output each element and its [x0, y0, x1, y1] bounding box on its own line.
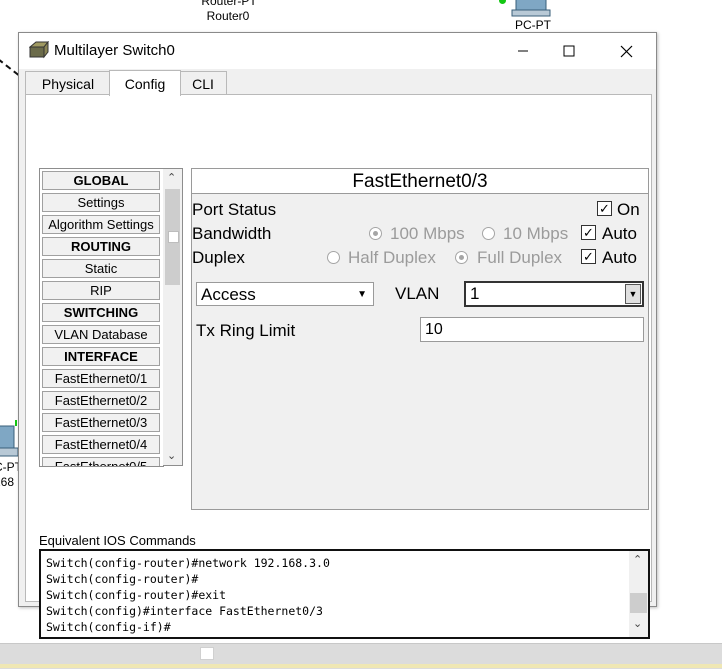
port-mode-value: Access — [201, 285, 256, 304]
multilayer-switch-icon — [29, 41, 49, 59]
ios-commands-label: Equivalent IOS Commands — [39, 533, 196, 548]
bottom-strip — [0, 664, 722, 668]
config-nav-list: GLOBAL Settings Algorithm Settings ROUTING S… — [39, 168, 164, 467]
nav-item[interactable]: Settings — [42, 193, 160, 212]
ios-command-line: Switch(config-router)#exit — [46, 588, 227, 602]
half-duplex-radio[interactable] — [327, 251, 340, 264]
nav-item[interactable]: VLAN Database — [42, 325, 160, 344]
port-status-label: Port Status — [192, 200, 277, 219]
tab-config[interactable]: Config — [109, 70, 181, 96]
minimize-icon — [518, 50, 528, 52]
ios-command-line: Switch(config-router)#network 192.168.3.… — [46, 556, 330, 570]
tab-cli[interactable]: CLI — [179, 71, 227, 95]
maximize-icon — [563, 45, 575, 57]
port-status-on-label: On — [617, 200, 640, 219]
port-title: FastEthernet0/3 — [192, 169, 648, 194]
full-duplex-label: Full Duplex — [477, 248, 563, 267]
vlan-label: VLAN — [395, 284, 440, 303]
pc-device-icon[interactable] — [510, 0, 552, 18]
full-duplex-radio[interactable] — [455, 251, 468, 264]
ios-scroll-thumb[interactable] — [630, 593, 647, 613]
tab-physical[interactable]: Physical — [25, 71, 111, 95]
nav-item[interactable]: FastEthernet0/5 — [42, 457, 160, 466]
ios-scroll-up-icon[interactable]: ⌃ — [633, 555, 642, 566]
nav-scroll-thumb[interactable] — [165, 189, 180, 285]
router-pt-label: Router-PT — [201, 0, 257, 8]
ios-command-line: Switch(config-if)# — [46, 620, 171, 634]
pc-left-device-icon[interactable] — [0, 420, 20, 460]
nav-item[interactable]: FastEthernet0/1 — [42, 369, 160, 388]
router0-label: Router0 — [206, 9, 250, 23]
minimize-button[interactable] — [501, 37, 545, 65]
scroll-down-icon[interactable]: ⌄ — [167, 451, 176, 462]
bandwidth-auto-checkbox[interactable]: ✓ — [581, 225, 596, 240]
ios-commands-box[interactable]: ⌃ ⌄ Switch(config-router)#network 192.16… — [39, 549, 650, 639]
nav-section-header: GLOBAL — [42, 171, 160, 190]
bottom-slider-knob[interactable] — [200, 647, 214, 660]
ios-scrollbar[interactable]: ⌃ ⌄ — [629, 551, 648, 637]
nav-item[interactable]: Algorithm Settings — [42, 215, 160, 234]
ios-command-line: Switch(config-router)# — [46, 572, 199, 586]
nav-section-header: SWITCHING — [42, 303, 160, 322]
duplex-auto-label: Auto — [602, 248, 637, 267]
port-settings-panel: FastEthernet0/3 Port Status ✓ On Bandwid… — [191, 168, 649, 510]
connection-link — [0, 58, 20, 76]
window-title: Multilayer Switch0 — [54, 42, 175, 59]
link-status-dot — [499, 0, 506, 4]
nav-scrollbar[interactable]: ⌃ ⌄ — [163, 168, 183, 466]
half-duplex-label: Half Duplex — [348, 248, 436, 267]
ios-scroll-down-icon[interactable]: ⌄ — [633, 619, 642, 630]
ios-command-line: Switch(config)#interface FastEthernet0/3 — [46, 604, 323, 618]
config-panel: GLOBAL Settings Algorithm Settings ROUTING S… — [25, 94, 652, 639]
bandwidth-label: Bandwidth — [192, 224, 272, 243]
duplex-auto-checkbox[interactable]: ✓ — [581, 249, 596, 264]
scroll-up-icon[interactable]: ⌃ — [167, 173, 176, 184]
chevron-down-icon: ▼ — [357, 289, 367, 300]
nav-section-header: INTERFACE — [42, 347, 160, 366]
nav-item[interactable]: FastEthernet0/4 — [42, 435, 160, 454]
bandwidth-100-radio[interactable] — [369, 227, 382, 240]
switch-config-window: Multilayer Switch0 Physical Config CLI G… — [18, 32, 657, 639]
port-mode-select[interactable]: Access ▼ — [196, 282, 374, 306]
close-button[interactable] — [604, 37, 648, 65]
tx-ring-limit-label: Tx Ring Limit — [196, 321, 296, 340]
nav-item[interactable]: RIP — [42, 281, 160, 300]
pc-pt-label: PC-PT — [515, 18, 551, 32]
title-bar[interactable]: Multilayer Switch0 — [19, 33, 656, 69]
nav-section-header: ROUTING — [42, 237, 160, 256]
duplex-label: Duplex — [192, 248, 245, 267]
nav-item[interactable]: FastEthernet0/2 — [42, 391, 160, 410]
bandwidth-100-label: 100 Mbps — [390, 224, 465, 243]
vlan-value: 1 — [470, 284, 480, 303]
close-icon — [620, 45, 632, 57]
bandwidth-10-radio[interactable] — [482, 227, 495, 240]
vlan-select[interactable]: 1 ▼ — [464, 281, 644, 307]
bandwidth-10-label: 10 Mbps — [503, 224, 569, 243]
nav-item[interactable]: Static — [42, 259, 160, 278]
vlan-dropdown-icon[interactable]: ▼ — [625, 284, 641, 304]
nav-item[interactable]: FastEthernet0/3 — [42, 413, 160, 432]
maximize-button[interactable] — [547, 37, 591, 65]
port-status-checkbox[interactable]: ✓ — [597, 201, 612, 216]
tx-ring-limit-input[interactable]: 10 — [420, 317, 644, 342]
nav-scroll-grip — [168, 231, 179, 243]
bandwidth-auto-label: Auto — [602, 224, 637, 243]
